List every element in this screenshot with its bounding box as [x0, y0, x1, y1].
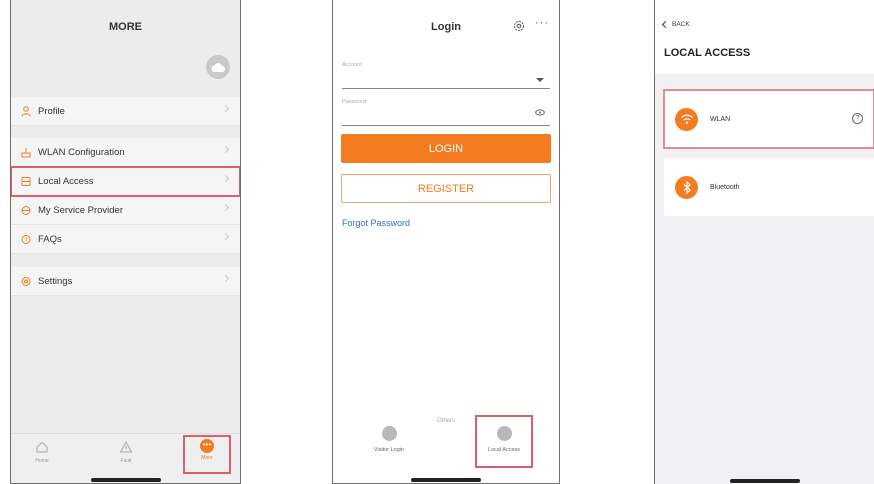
password-label: Password — [342, 99, 367, 105]
menu-group-settings: Settings — [11, 267, 240, 296]
warning-icon — [119, 440, 133, 453]
back-button[interactable]: BACK — [661, 20, 690, 29]
tab-fault[interactable]: Fault — [106, 440, 146, 464]
menu-item-settings[interactable]: Settings — [11, 267, 240, 296]
eye-icon[interactable] — [535, 103, 545, 121]
gear-icon[interactable] — [513, 19, 525, 37]
menu-item-label: Profile — [38, 105, 65, 117]
person-icon — [20, 105, 31, 117]
caret-down-icon[interactable] — [536, 78, 544, 82]
tab-home[interactable]: Home — [22, 440, 62, 464]
local-access-option[interactable]: Local Access — [475, 415, 533, 468]
menu-item-profile[interactable]: Profile — [11, 97, 240, 126]
menu-item-label: FAQs — [38, 233, 62, 245]
menu-item-my-service-provider[interactable]: My Service Provider — [11, 196, 240, 225]
home-indicator — [411, 478, 481, 482]
tab-bar: Home Fault ••• More — [11, 433, 240, 483]
help-icon[interactable]: ? — [852, 113, 863, 124]
bluetooth-item[interactable]: Bluetooth — [664, 158, 874, 216]
avatar[interactable] — [206, 55, 230, 79]
router-icon — [20, 147, 31, 158]
question-icon: ? — [20, 234, 31, 245]
menu-item-label: WLAN Configuration — [38, 146, 125, 158]
tab-more[interactable]: ••• More — [183, 435, 231, 474]
chevron-right-icon — [221, 174, 230, 183]
more-options-icon[interactable]: ··· — [535, 17, 549, 29]
menu-item-label: Local Access — [38, 175, 94, 187]
account-field[interactable]: Account — [342, 59, 550, 89]
menu-item-faqs[interactable]: ? FAQs — [11, 225, 240, 254]
chevron-left-icon — [661, 20, 670, 29]
local-access-screen: BACK LOCAL ACCESS WLAN ? Bluetooth — [654, 0, 874, 484]
login-screen: Login ··· Account Password LOGIN REGISTE… — [332, 0, 560, 484]
forgot-password-link[interactable]: Forgot Password — [342, 218, 410, 228]
register-button[interactable]: REGISTER — [341, 174, 551, 203]
page-title: LOCAL ACCESS — [664, 47, 751, 59]
bluetooth-icon — [675, 175, 698, 199]
home-indicator — [729, 479, 800, 483]
login-button[interactable]: LOGIN — [341, 134, 551, 163]
local-access-icon — [20, 176, 31, 187]
page-title: Login — [431, 21, 461, 33]
menu-item-wlan-configuration[interactable]: WLAN Configuration — [11, 138, 240, 167]
menu-item-local-access[interactable]: Local Access — [11, 166, 240, 197]
password-field[interactable]: Password — [342, 96, 550, 126]
menu-group-main: WLAN Configuration Local Access My Servi… — [11, 138, 240, 254]
visitor-icon — [381, 426, 397, 441]
settings-icon — [20, 276, 31, 287]
item-label: WLAN — [710, 115, 731, 123]
menu-item-label: My Service Provider — [38, 204, 123, 216]
more-icon: ••• — [200, 439, 214, 453]
service-icon — [20, 205, 31, 216]
home-indicator — [90, 478, 161, 482]
local-access-icon — [496, 426, 512, 441]
item-label: Bluetooth — [710, 183, 740, 191]
wlan-item[interactable]: WLAN ? — [663, 89, 874, 149]
cloud-icon — [211, 63, 225, 72]
home-icon — [36, 441, 48, 453]
wifi-icon — [675, 107, 698, 131]
account-label: Account — [342, 62, 362, 68]
chevron-right-icon — [221, 203, 230, 212]
header: BACK LOCAL ACCESS — [655, 0, 874, 74]
visitor-login-option[interactable]: Visitor Login — [362, 422, 416, 453]
chevron-right-icon — [221, 104, 230, 113]
menu-group-profile: Profile — [11, 97, 240, 126]
chevron-right-icon — [221, 232, 230, 241]
chevron-right-icon — [221, 274, 230, 283]
page-title: MORE — [109, 21, 142, 33]
menu-item-label: Settings — [38, 275, 73, 287]
more-screen: MORE Profile WLAN Configuration Local Ac… — [10, 0, 241, 484]
chevron-right-icon — [221, 145, 230, 154]
page: MORE Profile WLAN Configuration Local Ac… — [0, 0, 874, 484]
